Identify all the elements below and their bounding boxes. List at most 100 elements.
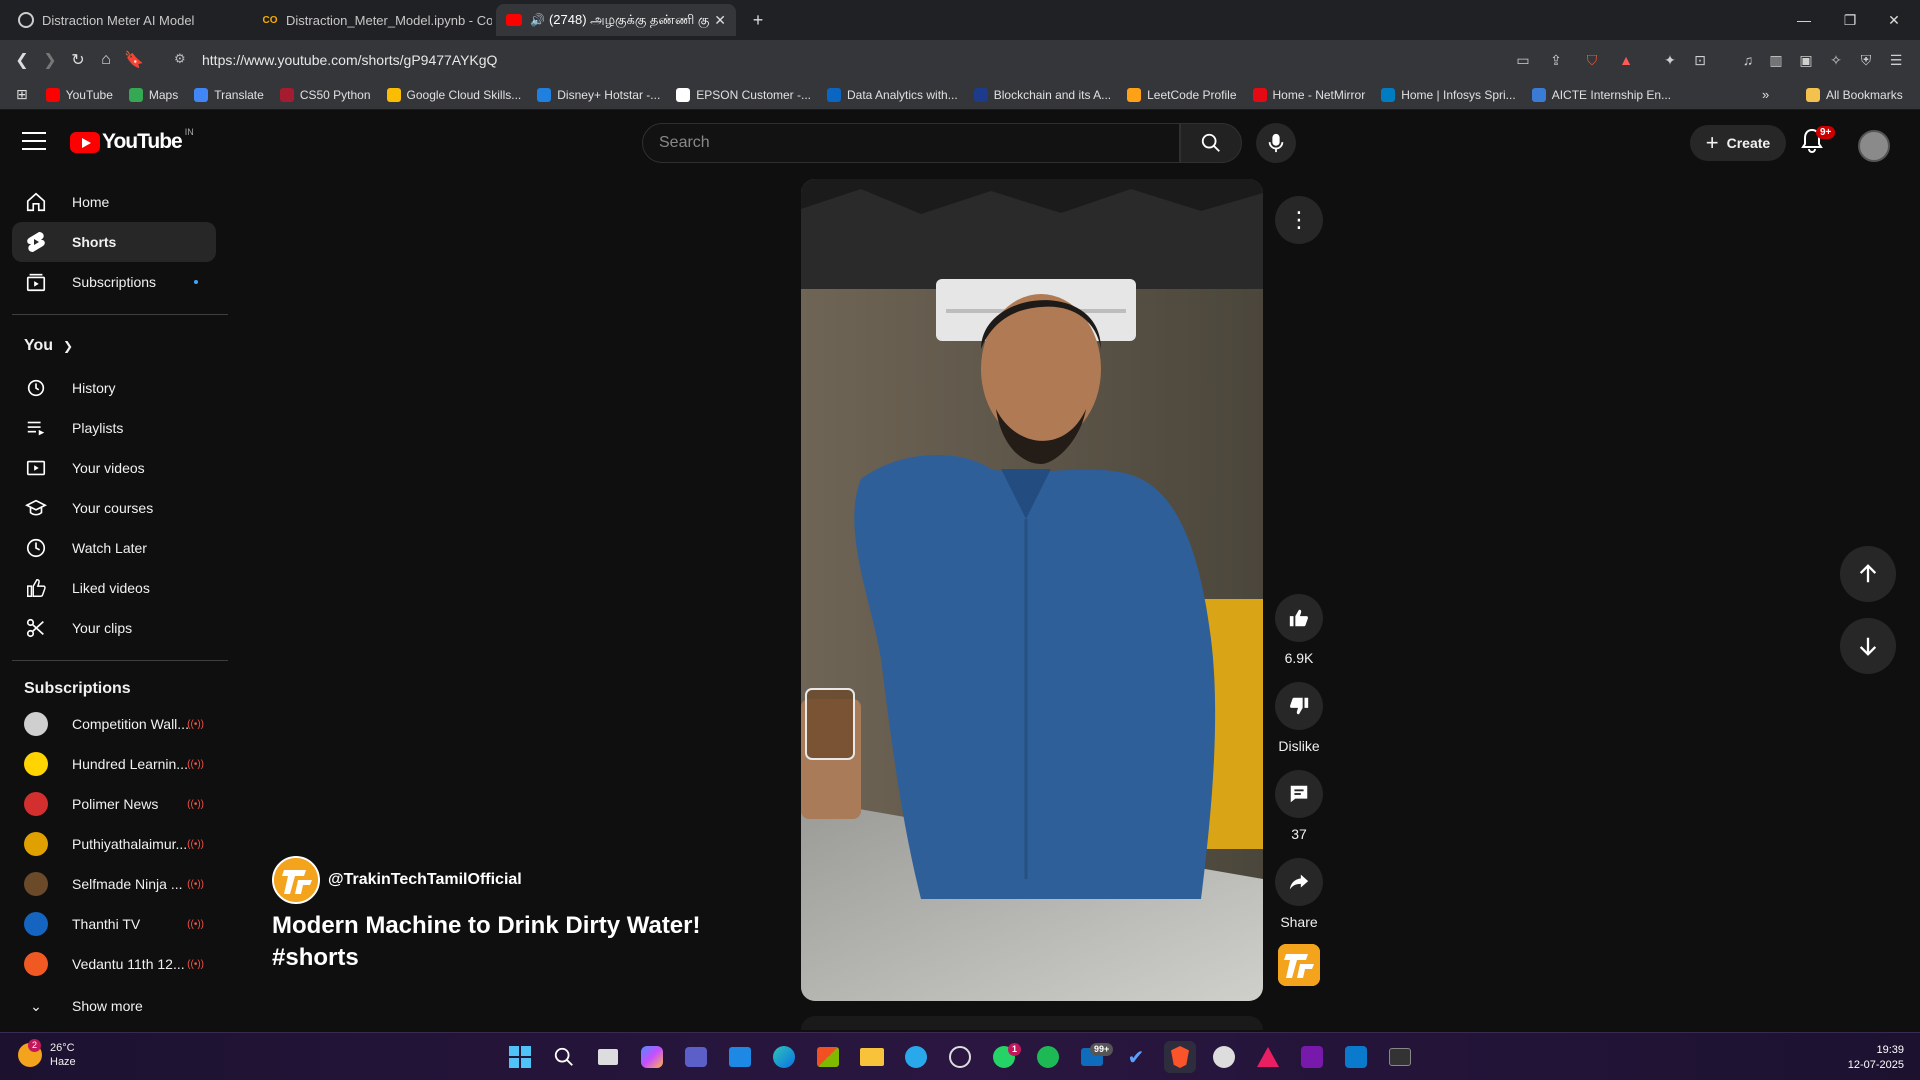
tab-distraction-meter[interactable]: Distraction Meter AI Model [8,4,248,36]
widgets-button[interactable] [724,1041,756,1073]
tab-colab[interactable]: CO Distraction_Meter_Model.ipynb - Col [252,4,493,36]
file-explorer-button[interactable] [856,1041,888,1073]
share-button[interactable] [1275,858,1323,906]
onenote-button[interactable] [1296,1041,1328,1073]
sidebar-item-history[interactable]: History [12,368,216,408]
guide-menu-icon[interactable] [22,132,46,152]
sidebar-item-shorts[interactable]: Shorts [12,222,216,262]
create-button[interactable]: + Create [1690,125,1786,161]
bookmark-item[interactable]: Disney+ Hotstar -... [537,87,660,102]
short-title[interactable]: Modern Machine to Drink Dirty Water! #sh… [272,910,752,974]
subscription-channel-item[interactable]: Polimer News ((•)) [12,784,216,824]
bookmark-item[interactable]: Translate [194,87,264,102]
minimize-button[interactable]: — [1790,8,1818,32]
clock-app-button[interactable] [1208,1041,1240,1073]
sidebar-item-watch-later[interactable]: Watch Later [12,528,216,568]
apps-grid-icon[interactable]: ⊞ [16,86,28,103]
bookmark-item[interactable]: CS50 Python [279,87,371,102]
sidebar-you-heading[interactable]: You ❯ [12,326,216,366]
bookmark-item[interactable]: AICTE Internship En... [1531,87,1671,102]
subscription-channel-item[interactable]: Hundred Learnin... ((•)) [12,744,216,784]
menu-icon[interactable]: ☰ [1886,50,1906,70]
brave-taskbar-button[interactable] [1164,1041,1196,1073]
telegram-button[interactable] [900,1041,932,1073]
bookmark-icon[interactable]: 🔖 [120,46,148,74]
vpn-icon[interactable]: ⛨ [1856,50,1876,70]
new-tab-button[interactable]: + [744,8,772,32]
site-info-icon[interactable]: ⚙ [174,51,186,67]
sidebar-item-your-videos[interactable]: Your videos [12,448,216,488]
more-bookmarks-icon[interactable]: » [1762,87,1769,102]
next-short-button[interactable] [1840,618,1896,674]
start-button[interactable] [504,1041,536,1073]
voice-search-button[interactable] [1256,123,1296,163]
design-app-button[interactable] [1252,1041,1284,1073]
extensions-icon[interactable]: ✦ [1660,50,1680,70]
weather-widget[interactable]: 2 26°C Haze [18,1039,76,1069]
reload-icon[interactable]: ↻ [64,46,92,74]
subscription-channel-item[interactable]: Competition Wall... ((•)) [12,704,216,744]
store-button[interactable] [812,1041,844,1073]
share-icon[interactable]: ⇪ [1546,50,1566,70]
sidebar-item-your-courses[interactable]: Your courses [12,488,216,528]
account-avatar[interactable] [1858,130,1890,162]
copilot-button[interactable] [636,1041,668,1073]
brave-shields-icon[interactable]: ⛉ [1582,50,1602,70]
bookmark-item[interactable]: Google Cloud Skills... [386,87,521,102]
bookmark-item[interactable]: Home - NetMirror [1252,87,1365,102]
leo-ai-icon[interactable]: ✧ [1826,50,1846,70]
vscode-button[interactable] [1340,1041,1372,1073]
sidebar-item-subscriptions[interactable]: Subscriptions [12,262,216,302]
previous-short-button[interactable] [1840,546,1896,602]
show-more-button[interactable]: ⌄ Show more [12,986,216,1026]
all-bookmarks-button[interactable]: All Bookmarks [1806,87,1903,102]
search-button[interactable] [1180,123,1242,163]
comments-button[interactable] [1275,770,1323,818]
bookmark-item[interactable]: YouTube [45,87,113,102]
shorts-video-player[interactable] [801,179,1263,1001]
subscription-channel-item[interactable]: Thanthi TV ((•)) [12,904,216,944]
mail-button[interactable]: 99+ [1076,1041,1114,1073]
search-taskbar-button[interactable] [548,1041,580,1073]
restore-button[interactable]: ❐ [1836,8,1864,32]
sidebar-toggle-icon[interactable]: ▥ [1766,50,1786,70]
todo-button[interactable]: ✔ [1120,1041,1152,1073]
sidebar-item-liked-videos[interactable]: Liked videos [12,568,216,608]
brave-rewards-icon[interactable]: ▲ [1616,50,1636,70]
media-icon[interactable]: ♫ [1738,50,1758,70]
search-input[interactable]: Search [642,123,1180,163]
tab-youtube[interactable]: 🔊 (2748) அழகுக்கு தண்ணி கு ✕ [496,4,736,36]
screenshot-icon[interactable]: ⊡ [1690,50,1710,70]
cast-icon[interactable]: ▭ [1513,50,1533,70]
wallet-icon[interactable]: ▣ [1796,50,1816,70]
system-clock[interactable]: 19:39 12-07-2025 [1848,1043,1904,1073]
bookmark-item[interactable]: LeetCode Profile [1127,87,1237,102]
like-button[interactable] [1275,594,1323,642]
sidebar-item-playlists[interactable]: Playlists [12,408,216,448]
close-window-button[interactable]: ✕ [1880,8,1908,32]
whatsapp-button[interactable]: 1 [988,1041,1022,1073]
media-player-button[interactable] [944,1041,976,1073]
bookmark-item[interactable]: Data Analytics with... [827,87,958,102]
close-tab-icon[interactable]: ✕ [714,12,726,29]
bookmark-item[interactable]: Maps [128,87,178,102]
more-options-button[interactable]: ⋮ [1275,196,1323,244]
subscription-channel-item[interactable]: Puthiyathalaimur... ((•)) [12,824,216,864]
sound-channel-thumbnail[interactable] [1278,944,1320,986]
subscription-channel-item[interactable]: Vedantu 11th 12... ((•)) [12,944,216,984]
channel-avatar[interactable] [272,856,320,904]
terminal-button[interactable] [1384,1041,1416,1073]
bookmark-item[interactable]: EPSON Customer -... [676,87,811,102]
teams-button[interactable] [680,1041,712,1073]
channel-handle-link[interactable]: @TrakinTechTamilOfficial [328,871,522,889]
spotify-button[interactable] [1032,1041,1064,1073]
forward-icon[interactable]: ❯ [36,46,64,74]
home-browser-icon[interactable]: ⌂ [92,46,120,74]
address-bar[interactable]: ⚙ https://www.youtube.com/shorts/gP9477A… [162,46,1492,74]
sidebar-item-your-clips[interactable]: Your clips [12,608,216,648]
next-short-preview[interactable] [801,1016,1263,1030]
bookmark-item[interactable]: Home | Infosys Spri... [1381,87,1516,102]
dislike-button[interactable] [1275,682,1323,730]
subscription-channel-item[interactable]: Selfmade Ninja ... ((•)) [12,864,216,904]
youtube-logo[interactable]: YouTube IN [70,127,194,154]
